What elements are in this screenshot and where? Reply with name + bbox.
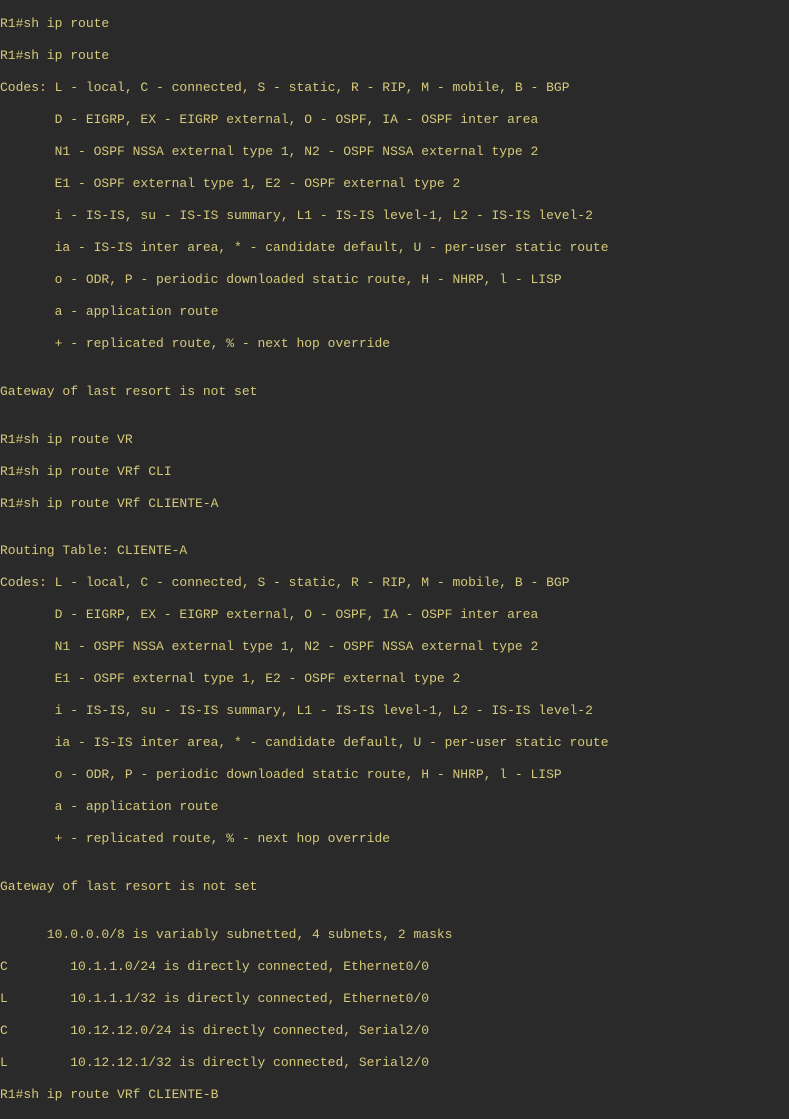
terminal-line: ia - IS-IS inter area, * - candidate def… bbox=[0, 735, 789, 751]
terminal-line: + - replicated route, % - next hop overr… bbox=[0, 336, 789, 352]
terminal-line: R1#sh ip route VR bbox=[0, 432, 789, 448]
terminal-line: Codes: L - local, C - connected, S - sta… bbox=[0, 575, 789, 591]
terminal-line: + - replicated route, % - next hop overr… bbox=[0, 831, 789, 847]
terminal-line: E1 - OSPF external type 1, E2 - OSPF ext… bbox=[0, 671, 789, 687]
terminal-line: D - EIGRP, EX - EIGRP external, O - OSPF… bbox=[0, 112, 789, 128]
terminal-line: R1#sh ip route bbox=[0, 16, 789, 32]
terminal-line: D - EIGRP, EX - EIGRP external, O - OSPF… bbox=[0, 607, 789, 623]
terminal-line: Codes: L - local, C - connected, S - sta… bbox=[0, 80, 789, 96]
terminal-line: R1#sh ip route bbox=[0, 48, 789, 64]
terminal-line: N1 - OSPF NSSA external type 1, N2 - OSP… bbox=[0, 639, 789, 655]
terminal-line: a - application route bbox=[0, 799, 789, 815]
terminal-line: C 10.1.1.0/24 is directly connected, Eth… bbox=[0, 959, 789, 975]
terminal-output[interactable]: R1#sh ip route R1#sh ip route Codes: L -… bbox=[0, 0, 789, 1119]
terminal-line: N1 - OSPF NSSA external type 1, N2 - OSP… bbox=[0, 144, 789, 160]
terminal-line: L 10.1.1.1/32 is directly connected, Eth… bbox=[0, 991, 789, 1007]
terminal-line: R1#sh ip route VRf CLI bbox=[0, 464, 789, 480]
terminal-line: Gateway of last resort is not set bbox=[0, 879, 789, 895]
terminal-line: a - application route bbox=[0, 304, 789, 320]
terminal-line: i - IS-IS, su - IS-IS summary, L1 - IS-I… bbox=[0, 208, 789, 224]
terminal-line: Gateway of last resort is not set bbox=[0, 384, 789, 400]
terminal-line: o - ODR, P - periodic downloaded static … bbox=[0, 272, 789, 288]
terminal-line: i - IS-IS, su - IS-IS summary, L1 - IS-I… bbox=[0, 703, 789, 719]
terminal-line: Routing Table: CLIENTE-A bbox=[0, 543, 789, 559]
terminal-line: R1#sh ip route VRf CLIENTE-A bbox=[0, 496, 789, 512]
terminal-line: E1 - OSPF external type 1, E2 - OSPF ext… bbox=[0, 176, 789, 192]
terminal-line: ia - IS-IS inter area, * - candidate def… bbox=[0, 240, 789, 256]
terminal-line: L 10.12.12.1/32 is directly connected, S… bbox=[0, 1055, 789, 1071]
terminal-line: o - ODR, P - periodic downloaded static … bbox=[0, 767, 789, 783]
terminal-line: C 10.12.12.0/24 is directly connected, S… bbox=[0, 1023, 789, 1039]
terminal-line: R1#sh ip route VRf CLIENTE-B bbox=[0, 1087, 789, 1103]
terminal-line: 10.0.0.0/8 is variably subnetted, 4 subn… bbox=[0, 927, 789, 943]
